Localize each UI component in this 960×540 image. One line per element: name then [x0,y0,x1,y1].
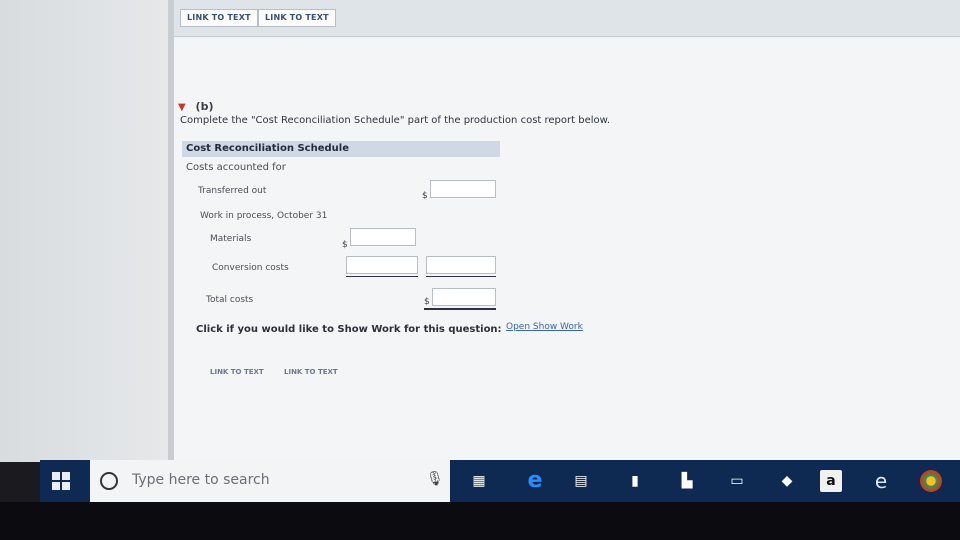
windows-start-icon[interactable] [52,472,70,490]
transferred-out-label: Transferred out [198,186,267,196]
content-panel: LINK TO TEXT LINK TO TEXT ▼ (b) Complete… [168,0,960,462]
internet-explorer-icon[interactable]: e [870,470,892,492]
wip-label: Work in process, October 31 [200,211,328,221]
app-icon[interactable]: ▙ [676,470,698,492]
materials-input[interactable] [350,228,416,246]
taskbar-search-box[interactable]: Type here to search 🎙 [90,460,450,502]
total-costs-label: Total costs [206,295,254,305]
mail-icon[interactable]: ▭ [726,470,748,492]
file-explorer-icon[interactable]: ▤ [570,470,592,492]
open-show-work-link[interactable]: Open Show Work [506,322,583,332]
amazon-icon[interactable]: a [820,470,842,492]
total-costs-input[interactable] [432,288,496,306]
task-view-icon[interactable]: ▦ [468,470,490,492]
wip-total-underline [426,276,496,277]
schedule-title: Cost Reconciliation Schedule [182,141,500,157]
microphone-icon[interactable]: 🎙 [426,471,444,487]
taskbar: Type here to search 🎙 ▦ e ▤ ▮ ▙ ▭ ◆ a e [40,460,960,502]
costs-accounted-label: Costs accounted for [186,162,286,173]
edge-browser-icon[interactable]: e [524,470,546,492]
store-icon[interactable]: ▮ [624,470,646,492]
monitor-bezel [0,502,960,540]
show-work-prompt: Click if you would like to Show Work for… [196,324,502,335]
currency-sign: $ [424,297,430,307]
top-link-bar: LINK TO TEXT LINK TO TEXT [174,0,960,37]
people-icon[interactable]: ◆ [776,470,798,492]
link-to-text-bottom-2[interactable]: LINK TO TEXT [284,368,338,376]
collapse-caret-icon[interactable]: ▼ [178,102,186,113]
left-margin [0,0,168,462]
currency-sign: $ [342,240,348,250]
screen: LINK TO TEXT LINK TO TEXT ▼ (b) Complete… [0,0,960,462]
conversion-costs-input[interactable] [346,256,418,274]
transferred-out-input[interactable] [430,180,496,198]
materials-label: Materials [210,234,252,244]
cortana-circle-icon [100,472,118,490]
currency-sign: $ [422,191,428,201]
conversion-costs-label: Conversion costs [212,263,289,273]
wip-total-input[interactable] [426,256,496,274]
total-costs-underline [424,308,496,310]
chrome-icon[interactable] [920,470,942,492]
instruction-text: Complete the "Cost Reconciliation Schedu… [180,115,611,126]
section-b-heading[interactable]: ▼ (b) [178,100,213,113]
search-placeholder: Type here to search [132,472,270,488]
link-to-text-button-1[interactable]: LINK TO TEXT [180,9,258,27]
conversion-underline [346,276,418,277]
link-to-text-button-2[interactable]: LINK TO TEXT [258,9,336,27]
section-marker: (b) [195,100,214,113]
link-to-text-bottom-1[interactable]: LINK TO TEXT [210,368,264,376]
